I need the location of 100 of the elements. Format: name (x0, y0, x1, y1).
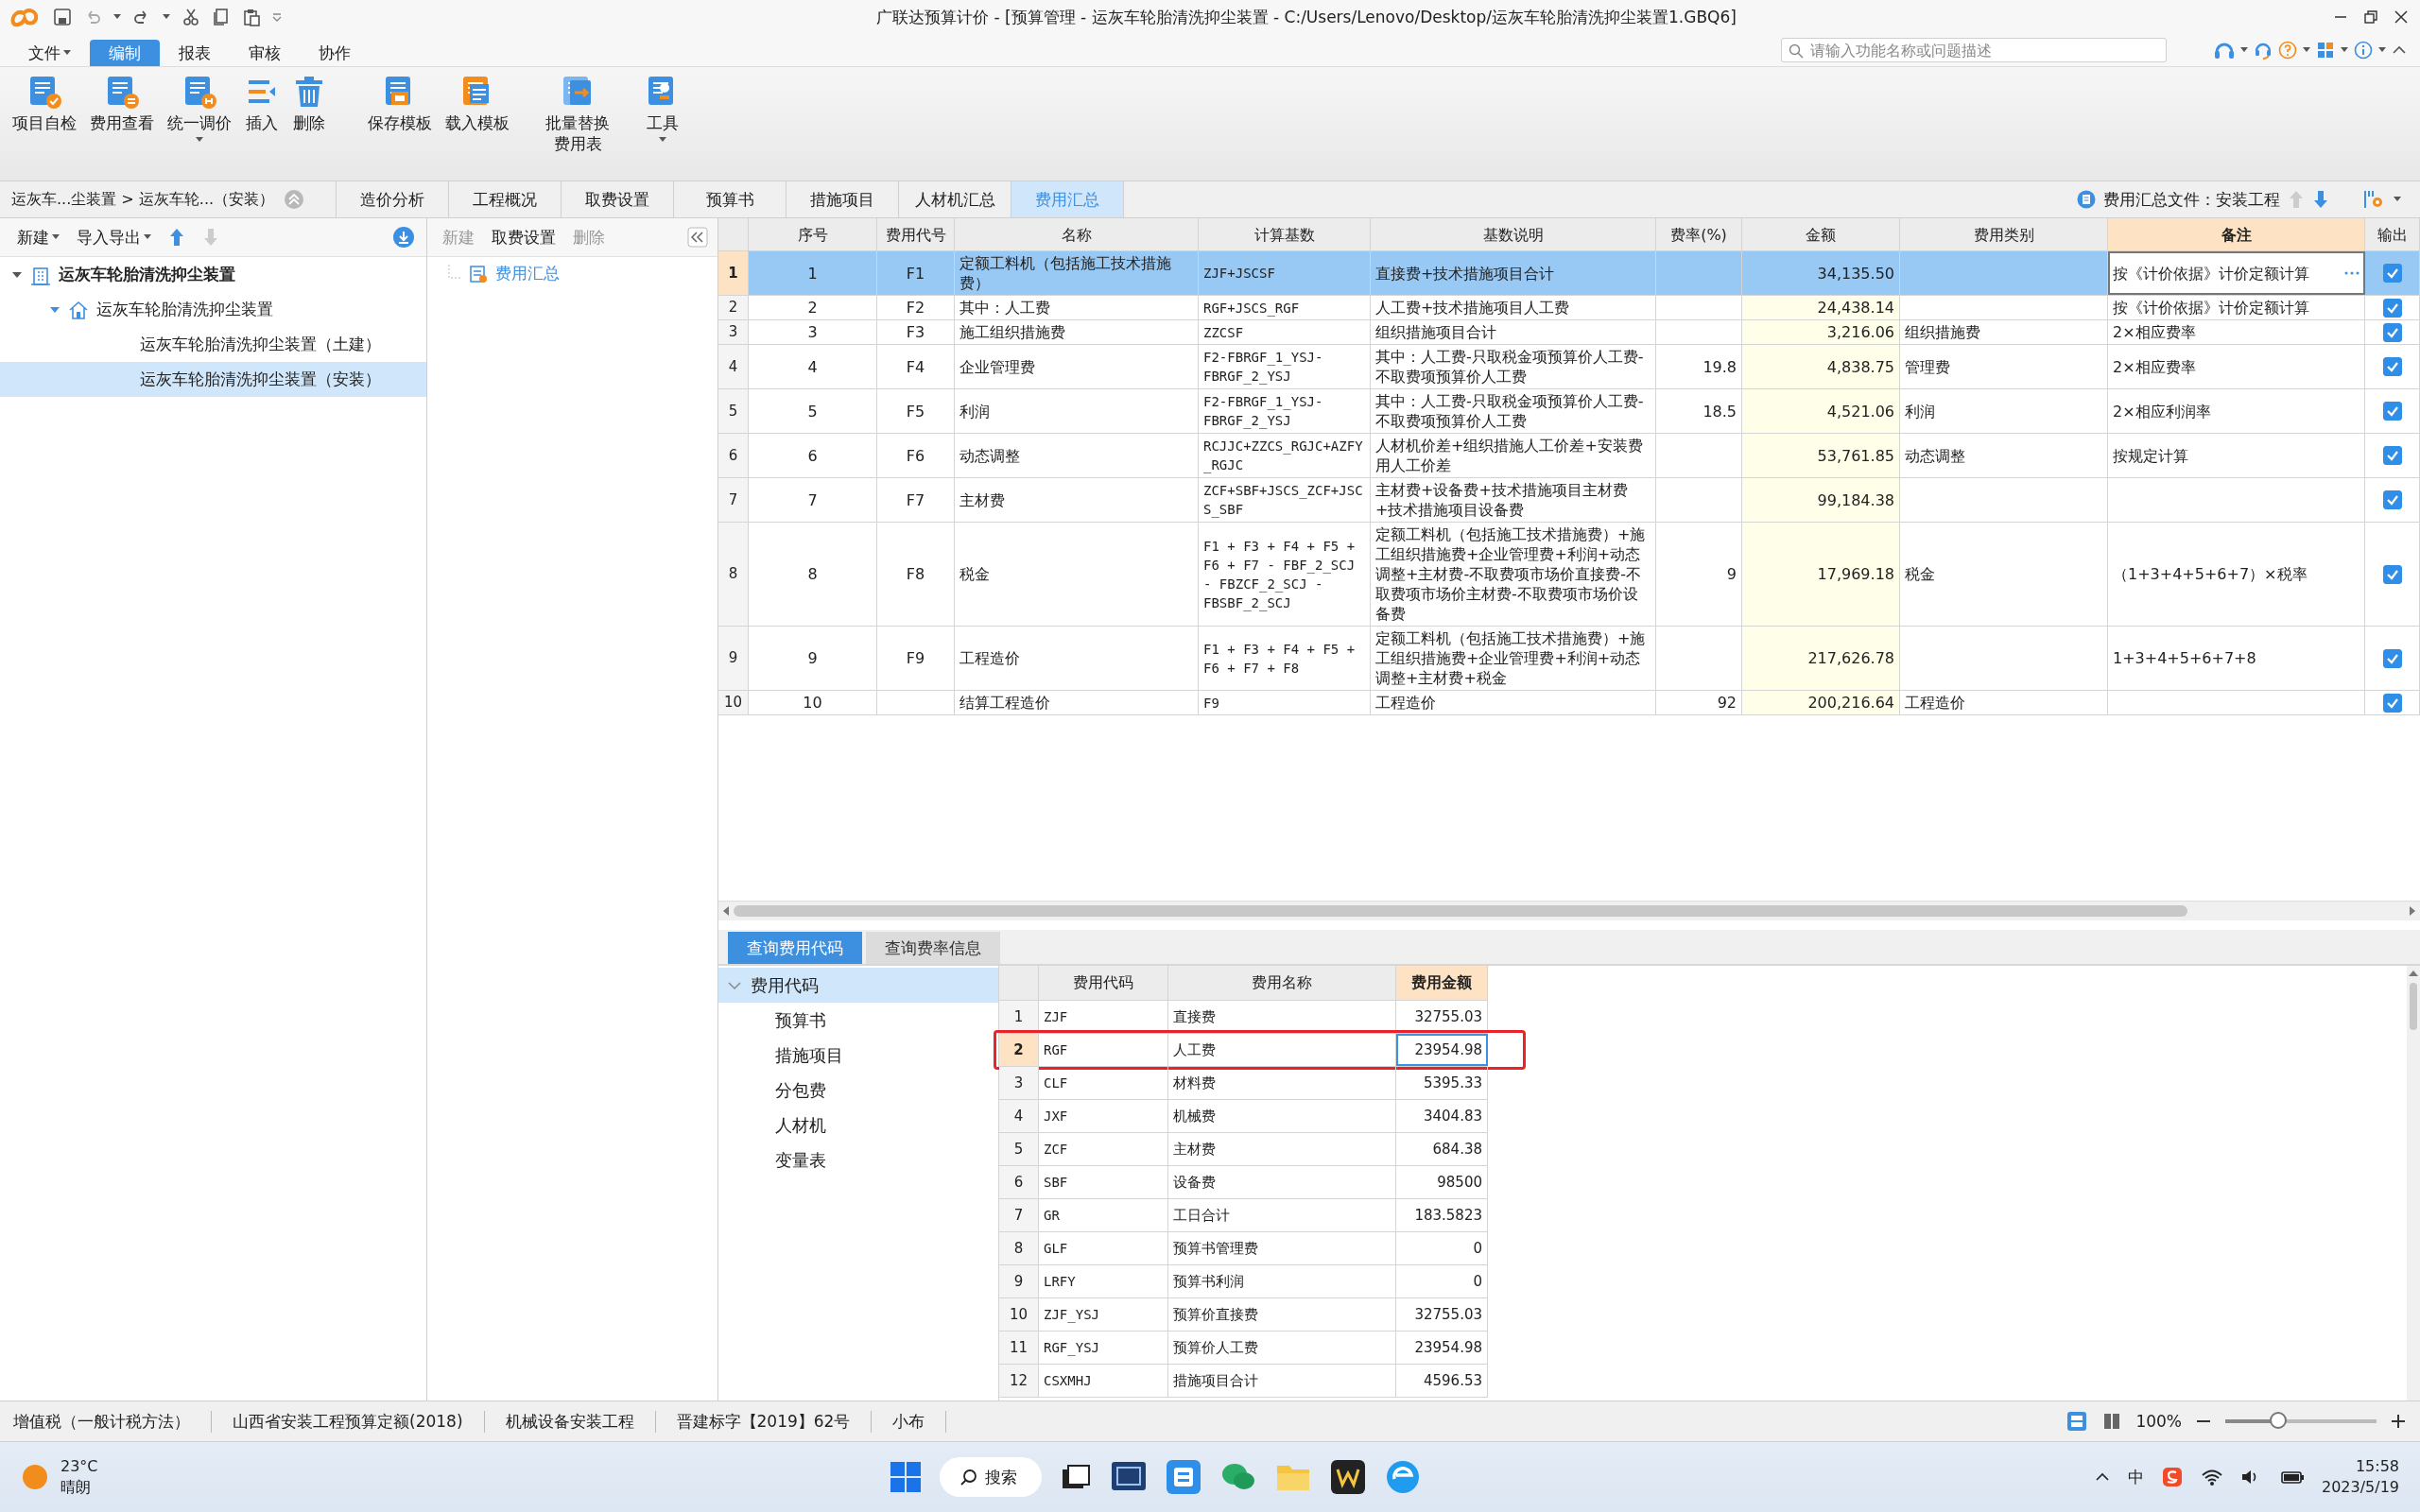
input-app-icon[interactable] (2160, 1466, 2184, 1488)
zoom-in-icon[interactable] (2390, 1413, 2407, 1430)
scroll-right-icon[interactable] (2409, 906, 2416, 916)
row-number[interactable]: 4 (718, 345, 749, 388)
row-number[interactable]: 5 (718, 389, 749, 433)
row-number[interactable]: 5 (999, 1133, 1039, 1165)
ribbon-button[interactable]: 统一调价 (161, 75, 238, 143)
view-tab[interactable]: 取费设置 (562, 181, 674, 217)
menu-item[interactable]: 文件 (9, 40, 90, 66)
column-header[interactable]: 费率(%) (1656, 218, 1742, 250)
clock-time[interactable]: 15:58 (2355, 1456, 2399, 1477)
row-number[interactable]: 3 (718, 320, 749, 344)
toolbar-button[interactable]: 新建 (17, 226, 60, 249)
column-header[interactable]: 费用代号 (877, 218, 955, 250)
checkbox[interactable] (2382, 298, 2402, 318)
row-number[interactable]: 4 (999, 1100, 1039, 1132)
headset-icon[interactable] (2214, 41, 2235, 60)
checkbox[interactable] (2382, 693, 2402, 713)
row-number[interactable]: 12 (999, 1365, 1039, 1397)
tree-item[interactable]: 运灰车轮胎清洗抑尘装置 (0, 292, 426, 327)
checkbox[interactable] (2382, 357, 2402, 376)
menu-item[interactable]: 协作 (300, 40, 370, 66)
tree-item[interactable]: 运灰车轮胎清洗抑尘装置 (0, 257, 426, 292)
row-number[interactable]: 7 (718, 478, 749, 522)
info-icon[interactable] (2354, 41, 2373, 60)
column-header[interactable]: 序号 (749, 218, 877, 250)
vertical-scrollbar[interactable] (2407, 966, 2420, 1400)
menu-item[interactable]: 审核 (230, 40, 300, 66)
ribbon-button[interactable]: 费用查看 (83, 75, 161, 133)
cut-icon[interactable] (182, 8, 200, 26)
restore-icon[interactable] (2361, 8, 2380, 26)
view-tab[interactable]: 措施项目 (786, 181, 899, 217)
collapse-panel-icon[interactable] (687, 227, 708, 248)
caret-icon[interactable] (2378, 47, 2386, 53)
checkbox[interactable] (2382, 648, 2402, 668)
row-number[interactable]: 9 (718, 627, 749, 690)
more-icon[interactable] (2344, 270, 2360, 276)
checkbox[interactable] (2382, 564, 2402, 584)
save-icon[interactable] (53, 8, 72, 26)
row-number[interactable]: 7 (999, 1199, 1039, 1231)
checkbox[interactable] (2382, 264, 2402, 283)
toolbar-button[interactable]: 导入导出 (77, 226, 151, 249)
tree-item[interactable]: 费用汇总 (495, 263, 560, 284)
ribbon-button[interactable]: 插入 (238, 75, 285, 133)
row-number[interactable]: 6 (718, 434, 749, 477)
caret-icon[interactable] (2394, 197, 2401, 202)
checkbox[interactable] (2382, 490, 2402, 509)
row-number[interactable]: 1 (718, 251, 749, 295)
download-icon[interactable] (392, 226, 415, 249)
view-tab[interactable]: 预算书 (674, 181, 786, 217)
apps-icon[interactable] (2316, 41, 2335, 60)
column-header[interactable]: 备注 (2108, 218, 2365, 250)
tree-item[interactable]: 运灰车轮胎清洗抑尘装置（安装） (0, 362, 426, 397)
row-number[interactable]: 1 (999, 1001, 1039, 1033)
row-number[interactable]: 10 (718, 691, 749, 714)
toolbar-button[interactable]: 取费设置 (492, 226, 556, 249)
move-down-icon[interactable] (2312, 189, 2329, 210)
caret-icon[interactable] (2303, 47, 2310, 53)
wifi-icon[interactable] (2200, 1468, 2223, 1486)
checkbox[interactable] (2382, 322, 2402, 342)
row-number[interactable]: 8 (999, 1232, 1039, 1264)
ribbon-button[interactable]: 保存模板 (361, 75, 439, 133)
ribbon-button[interactable]: 载入模板 (439, 75, 516, 133)
tree-item[interactable]: 措施项目 (718, 1038, 998, 1073)
tree-item[interactable]: 分包费 (718, 1073, 998, 1108)
checkbox[interactable] (2382, 446, 2402, 465)
column-header[interactable]: 基数说明 (1371, 218, 1656, 250)
row-number[interactable]: 9 (999, 1265, 1039, 1297)
caret-icon[interactable] (163, 14, 170, 20)
scroll-left-icon[interactable] (722, 906, 730, 916)
tree-item[interactable]: 人材机 (718, 1108, 998, 1143)
scrollbar-thumb[interactable] (734, 905, 2187, 917)
scroll-up-icon[interactable] (2409, 970, 2418, 977)
row-number[interactable]: 6 (999, 1166, 1039, 1198)
column-header[interactable]: 费用名称 (1168, 966, 1396, 1000)
input-method[interactable]: 中 (2127, 1466, 2144, 1488)
windows-icon[interactable] (889, 1460, 923, 1494)
ribbon-button[interactable]: 工具 (639, 75, 686, 143)
panel-tab[interactable]: 查询费率信息 (866, 932, 1000, 964)
help-icon[interactable] (2278, 41, 2297, 60)
clock-date[interactable]: 2023/5/19 (2321, 1477, 2399, 1498)
browser-icon[interactable] (1384, 1458, 1422, 1496)
checkbox[interactable] (2382, 402, 2402, 421)
row-number[interactable]: 2 (999, 1034, 1039, 1066)
caret-icon[interactable] (2240, 47, 2248, 53)
collapse-up-icon[interactable] (284, 189, 305, 210)
column-header[interactable]: 计算基数 (1199, 218, 1371, 250)
copy-icon[interactable] (212, 8, 231, 26)
taskbar-search[interactable]: 搜索 (940, 1457, 1042, 1497)
search-field[interactable]: 请输入功能名称或问题描述 (1781, 38, 2167, 62)
row-number[interactable]: 11 (999, 1332, 1039, 1364)
horizontal-scrollbar[interactable] (718, 901, 2420, 920)
column-header[interactable]: 金额 (1742, 218, 1900, 250)
row-number[interactable]: 10 (999, 1298, 1039, 1331)
move-up-icon[interactable] (168, 227, 185, 248)
list-view-icon[interactable] (2066, 1410, 2089, 1433)
row-number[interactable]: 3 (999, 1067, 1039, 1099)
tree-item[interactable]: 变量表 (718, 1143, 998, 1177)
view-tab[interactable]: 工程概况 (449, 181, 562, 217)
column-header[interactable]: 费用类别 (1900, 218, 2108, 250)
